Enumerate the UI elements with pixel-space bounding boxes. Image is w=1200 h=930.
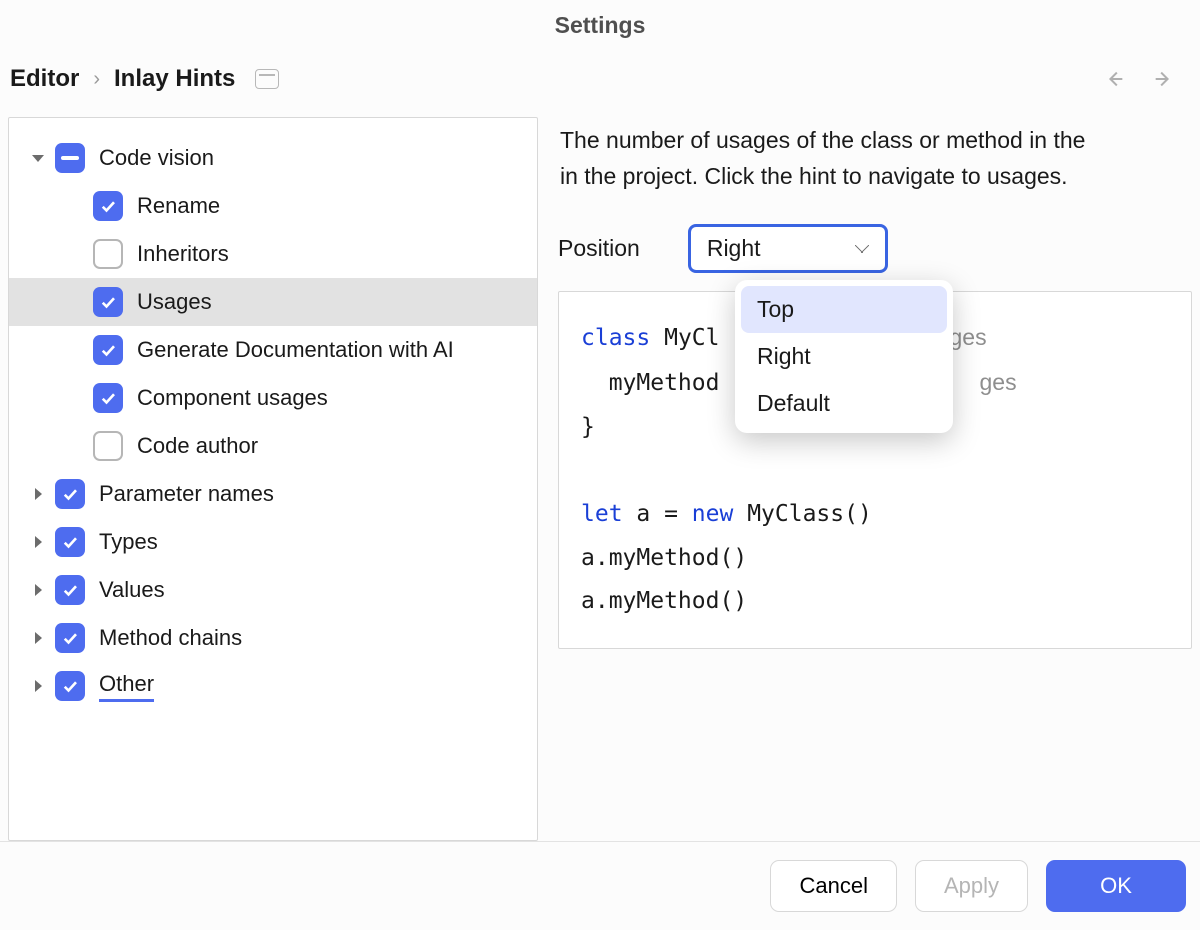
- tree-label: Values: [99, 577, 165, 603]
- forward-arrow-icon[interactable]: [1152, 68, 1174, 90]
- code-text: MyClass(): [733, 501, 871, 527]
- desc-line-2: in the project. Click the hint to naviga…: [560, 163, 1068, 189]
- chevron-right-icon[interactable]: [35, 584, 42, 596]
- checkbox-other[interactable]: [55, 671, 85, 701]
- code-text: myMethod: [581, 370, 719, 396]
- tree-label: Generate Documentation with AI: [137, 337, 454, 363]
- tree-item-usages[interactable]: Usages: [9, 278, 537, 326]
- tree-item-method-chains[interactable]: Method chains: [9, 614, 537, 662]
- chevron-right-icon[interactable]: [35, 680, 42, 692]
- position-row: Position Right Top Right Default: [558, 224, 1192, 273]
- dropdown-option-right[interactable]: Right: [741, 333, 947, 380]
- checkbox-values[interactable]: [55, 575, 85, 605]
- code-text: a =: [623, 501, 692, 527]
- cancel-button[interactable]: Cancel: [770, 860, 896, 912]
- tree-label: Types: [99, 529, 158, 555]
- tree-item-values[interactable]: Values: [9, 566, 537, 614]
- tree-label: Code vision: [99, 145, 214, 171]
- tree-item-types[interactable]: Types: [9, 518, 537, 566]
- breadcrumb-parent[interactable]: Editor: [10, 65, 79, 93]
- checkbox-usages[interactable]: [93, 287, 123, 317]
- tree-label: Parameter names: [99, 481, 274, 507]
- code-kw: new: [692, 501, 734, 527]
- tree-label: Component usages: [137, 385, 328, 411]
- tree-label: Rename: [137, 193, 220, 219]
- code-kw: class: [581, 325, 650, 351]
- hint-description: The number of usages of the class or met…: [560, 123, 1192, 194]
- tree-label: Usages: [137, 289, 212, 315]
- checkbox-code-author[interactable]: [93, 431, 123, 461]
- position-label: Position: [558, 235, 640, 262]
- tree-label: Other: [99, 671, 154, 702]
- tree-item-gen-doc-ai[interactable]: Generate Documentation with AI: [9, 326, 537, 374]
- dropdown-option-default[interactable]: Default: [741, 380, 947, 427]
- settings-title: Settings: [0, 0, 1200, 47]
- code-text: MyCl: [650, 325, 719, 351]
- tree-item-component-usages[interactable]: Component usages: [9, 374, 537, 422]
- desc-line-1: The number of usages of the class or met…: [560, 127, 1085, 153]
- tree-item-code-author[interactable]: Code author: [9, 422, 537, 470]
- hint-detail-panel: The number of usages of the class or met…: [538, 117, 1192, 841]
- code-text: a.myMethod(): [581, 588, 747, 614]
- hint-categories-tree: Code vision Rename Inheritors Usages Ge: [8, 117, 538, 841]
- dialog-footer: Cancel Apply OK: [0, 841, 1200, 930]
- code-text: a.myMethod(): [581, 545, 747, 571]
- position-dropdown: Top Right Default: [735, 280, 953, 433]
- back-arrow-icon[interactable]: [1104, 68, 1126, 90]
- chevron-right-icon[interactable]: [35, 536, 42, 548]
- tree-item-inheritors[interactable]: Inheritors: [9, 230, 537, 278]
- breadcrumb: Editor › Inlay Hints: [10, 65, 235, 93]
- checkbox-code-vision[interactable]: [55, 143, 85, 173]
- breadcrumb-current: Inlay Hints: [114, 65, 235, 93]
- checkbox-parameter-names[interactable]: [55, 479, 85, 509]
- apply-button[interactable]: Apply: [915, 860, 1028, 912]
- tree-label: Inheritors: [137, 241, 229, 267]
- tree-item-code-vision[interactable]: Code vision: [9, 134, 537, 182]
- breadcrumb-row: Editor › Inlay Hints: [0, 47, 1200, 117]
- chevron-right-icon[interactable]: [35, 632, 42, 644]
- position-select[interactable]: Right: [688, 224, 888, 273]
- dropdown-option-top[interactable]: Top: [741, 286, 947, 333]
- checkbox-rename[interactable]: [93, 191, 123, 221]
- chevron-right-icon[interactable]: [35, 488, 42, 500]
- code-kw: let: [581, 501, 623, 527]
- checkbox-method-chains[interactable]: [55, 623, 85, 653]
- code-text: }: [581, 414, 595, 440]
- chevron-down-icon[interactable]: [32, 155, 44, 162]
- checkbox-inheritors[interactable]: [93, 239, 123, 269]
- tree-label: Method chains: [99, 625, 242, 651]
- checkbox-component-usages[interactable]: [93, 383, 123, 413]
- checkbox-types[interactable]: [55, 527, 85, 557]
- open-in-window-icon[interactable]: [255, 69, 279, 89]
- tree-item-parameter-names[interactable]: Parameter names: [9, 470, 537, 518]
- checkbox-gen-doc-ai[interactable]: [93, 335, 123, 365]
- tree-item-other[interactable]: Other: [9, 662, 537, 710]
- chevron-right-icon: ›: [93, 68, 100, 91]
- tree-item-rename[interactable]: Rename: [9, 182, 537, 230]
- tree-label: Code author: [137, 433, 258, 459]
- ok-button[interactable]: OK: [1046, 860, 1186, 912]
